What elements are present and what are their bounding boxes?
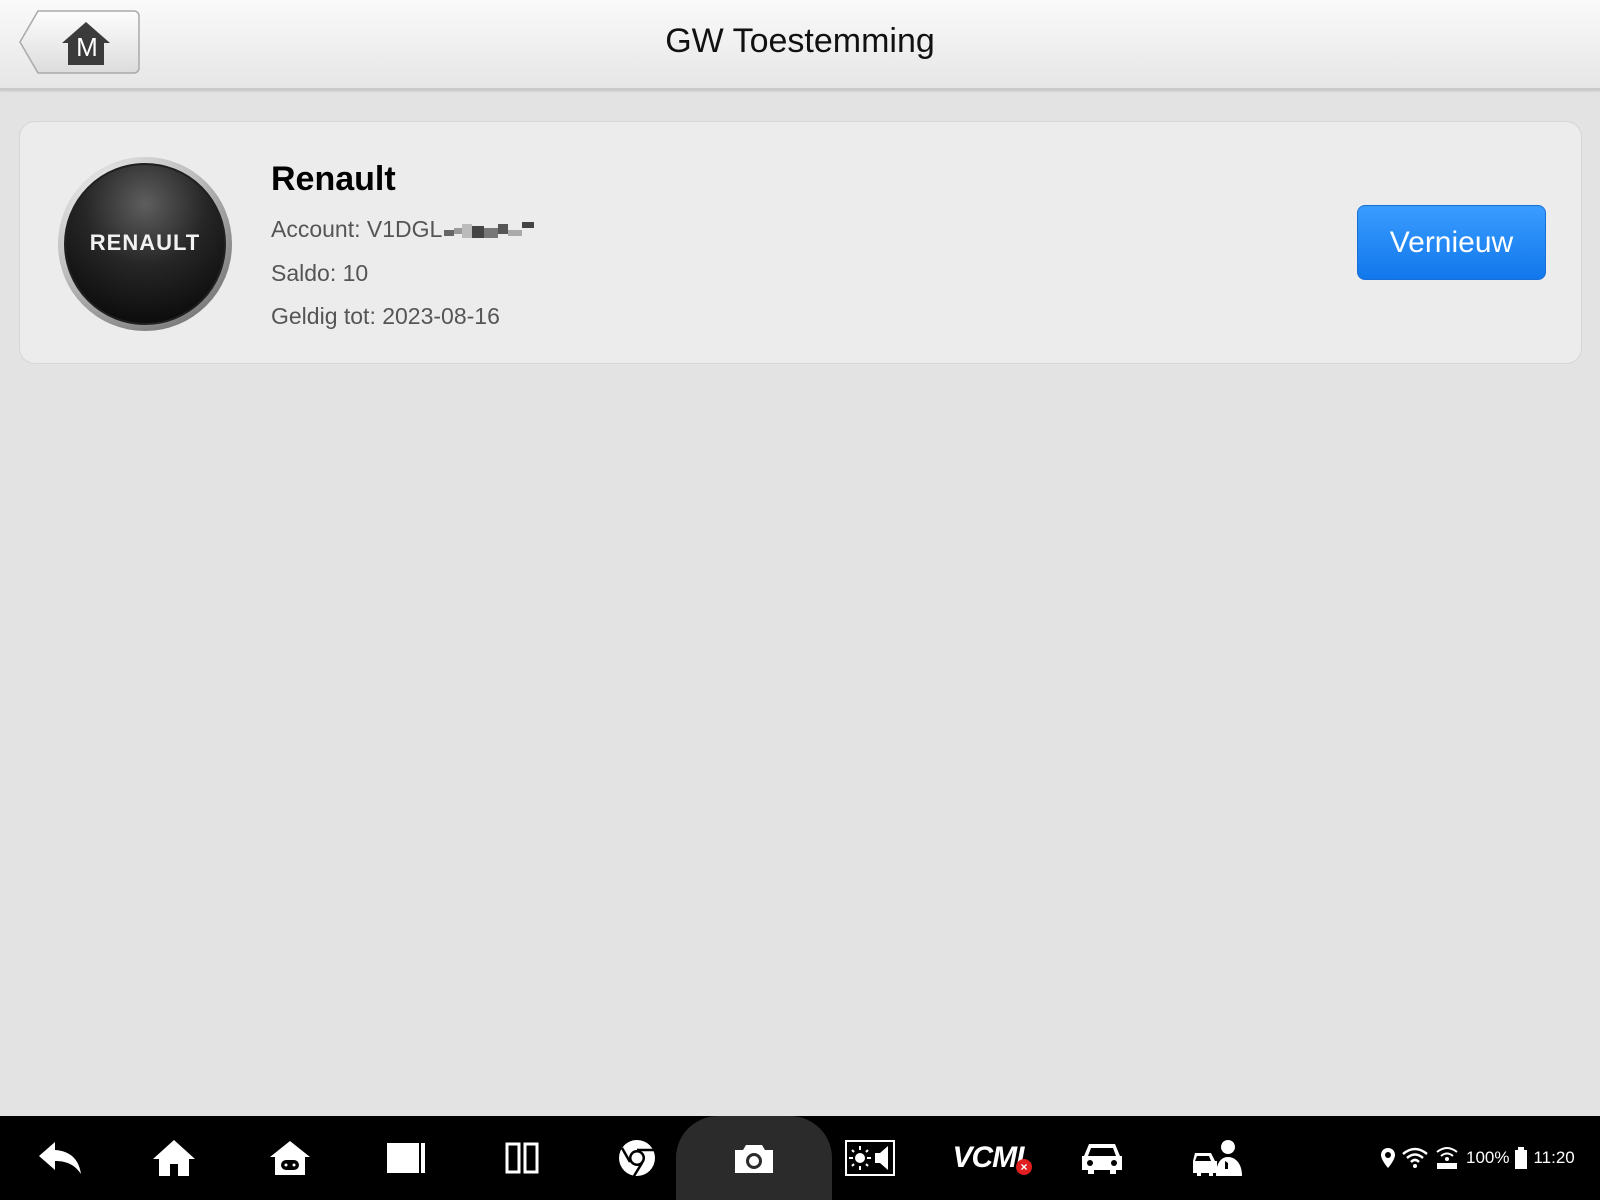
redacted-account-pixels [444,221,535,238]
page-title: GW Toestemming [665,22,935,60]
renew-button[interactable]: Vernieuw [1357,205,1546,280]
car-icon[interactable] [1072,1116,1132,1200]
account-line: Account: V1DGL [271,216,536,243]
window-icon[interactable] [376,1116,436,1200]
vcmi-error-badge: × [1015,1159,1032,1175]
camera-icon[interactable] [724,1116,784,1200]
home-icon[interactable] [144,1116,204,1200]
location-icon [1381,1148,1395,1168]
vcmi-wifi-icon [1436,1147,1458,1169]
status-area: 100% 11:20 [1380,1116,1592,1200]
car-technician-icon[interactable] [1188,1116,1248,1200]
account-text: Account: V1DGL [271,216,443,242]
android-home-icon[interactable] [260,1116,320,1200]
brand-name: Renault [271,160,396,198]
chrome-icon[interactable] [607,1116,667,1200]
display-volume-icon[interactable] [840,1116,900,1200]
battery-percent: 100% [1466,1148,1510,1167]
vcmi-icon[interactable]: VCMI × [948,1116,1032,1200]
clock: 11:20 [1533,1148,1575,1167]
renault-logo: RENAULT [57,156,233,332]
system-navbar: VCMI × 100% 11:20 [0,1116,1600,1200]
split-screen-icon[interactable] [492,1116,552,1200]
battery-icon [1515,1147,1528,1169]
wifi-icon [1402,1147,1428,1168]
vehicle-card: RENAULT Renault Account: V1DGL Saldo: 10… [19,121,1582,364]
logo-text: RENAULT [89,230,201,255]
top-bar: M GW Toestemming [0,0,1600,90]
saldo-line: Saldo: 10 [271,260,369,286]
vcmi-label: VCMI [952,1141,1025,1174]
back-icon[interactable] [30,1116,90,1200]
valid-until-line: Geldig tot: 2023-08-16 [271,303,500,329]
